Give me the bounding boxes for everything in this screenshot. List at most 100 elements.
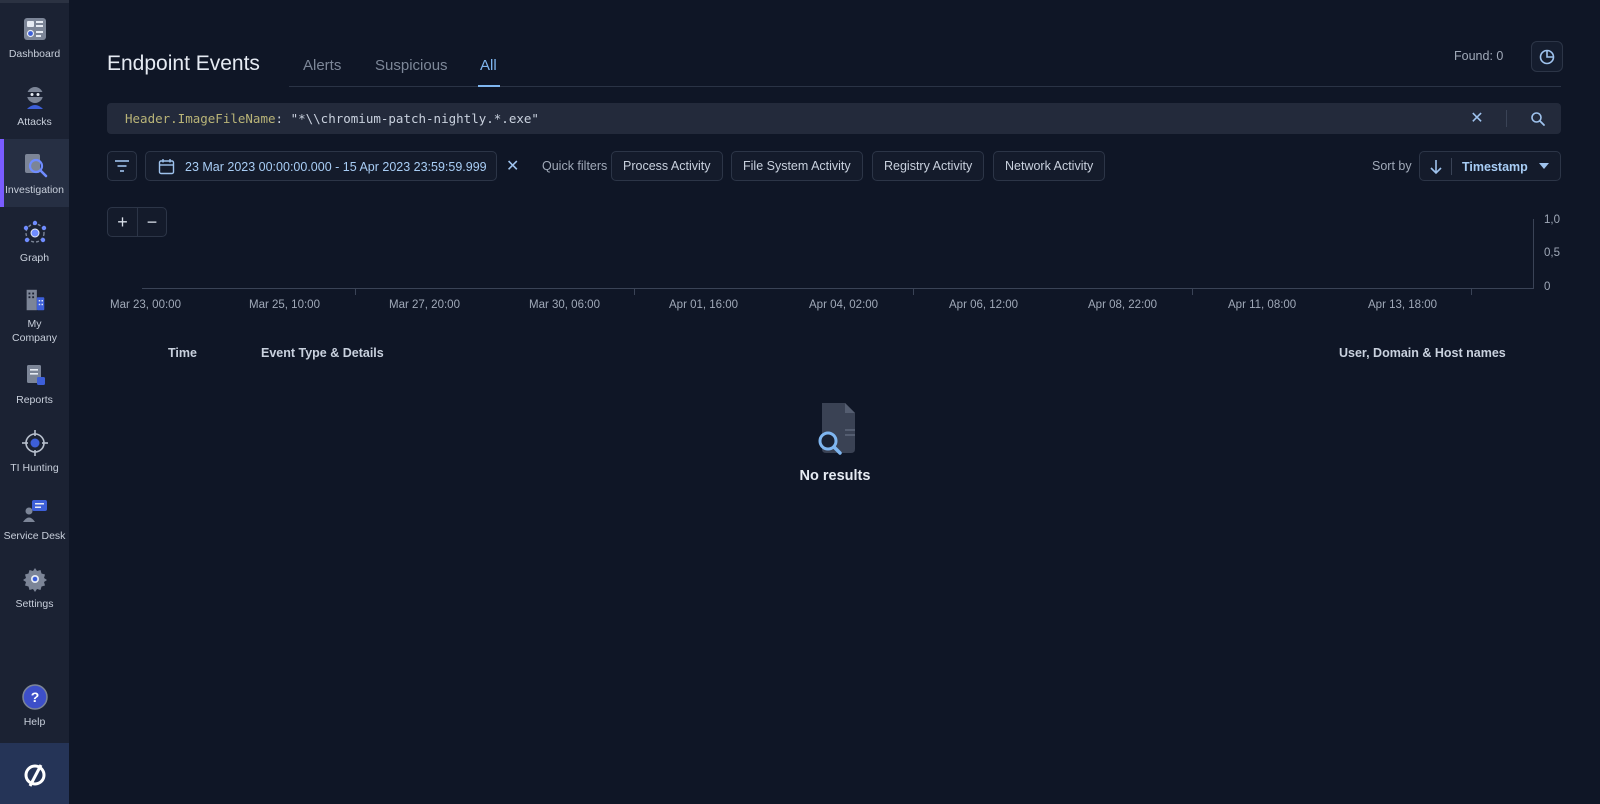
sort-direction-icon[interactable]: [1428, 158, 1444, 176]
x-tick-mark: [1471, 288, 1472, 295]
sidebar-item-label: Graph: [19, 252, 50, 264]
query-field-name: Header.ImageFileName: [125, 111, 276, 126]
sidebar-item-graph[interactable]: Graph: [0, 207, 69, 275]
x-tick-label: Apr 11, 08:00: [1228, 299, 1297, 311]
service-desk-icon: [22, 500, 47, 522]
quick-filter-registry-activity[interactable]: Registry Activity: [872, 151, 985, 181]
search-icon[interactable]: [1530, 111, 1546, 127]
query-divider: [1506, 110, 1507, 127]
sidebar-item-service-desk[interactable]: Service Desk: [0, 485, 69, 553]
filter-icon: [115, 160, 129, 172]
sidebar: Dashboard Attacks Investigation Graph My…: [0, 0, 69, 804]
y-tick-label: 1,0: [1544, 214, 1560, 226]
target-icon: [21, 430, 48, 456]
investigation-icon: [24, 154, 47, 178]
clear-date-button[interactable]: ✕: [506, 156, 519, 176]
sidebar-item-label: Service Desk: [3, 530, 66, 542]
sidebar-item-my-company[interactable]: My Company: [0, 275, 69, 345]
x-tick-mark: [355, 288, 356, 295]
quick-filters-label: Quick filters: [542, 159, 608, 173]
x-tick-label: Mar 23, 00:00: [110, 299, 181, 311]
sort-value: Timestamp: [1462, 160, 1528, 174]
zoom-out-button[interactable]: −: [136, 208, 166, 236]
sort-by-label: Sort by: [1372, 159, 1412, 173]
x-tick-mark: [1192, 288, 1193, 295]
calendar-icon: [158, 159, 175, 175]
x-tick-mark: [634, 288, 635, 295]
caret-down-icon: [1539, 163, 1549, 169]
column-header-event-type[interactable]: Event Type & Details: [261, 346, 384, 360]
sidebar-item-label: Dashboard: [8, 48, 61, 60]
tab-alerts[interactable]: Alerts: [303, 57, 341, 74]
quick-filter-network-activity[interactable]: Network Activity: [993, 151, 1106, 181]
page-title: Endpoint Events: [107, 52, 260, 75]
sidebar-item-label: Attacks: [17, 116, 52, 128]
date-range-picker[interactable]: 23 Mar 2023 00:00:00.000 - 15 Apr 2023 2…: [145, 151, 497, 181]
y-tick-label: 0,5: [1544, 247, 1560, 259]
y-tick-label: 0: [1544, 281, 1551, 293]
empty-state: No results: [770, 401, 900, 484]
x-tick-label: Mar 25, 10:00: [249, 299, 320, 311]
sort-divider: [1451, 158, 1452, 175]
help-icon: ?: [21, 684, 48, 710]
x-tick-label: Apr 06, 12:00: [949, 299, 1019, 311]
no-results-text: No results: [799, 468, 871, 484]
reports-icon: [26, 365, 45, 385]
sidebar-item-label: Help: [23, 716, 46, 728]
gear-icon: [22, 568, 47, 592]
column-header-time[interactable]: Time: [168, 346, 197, 360]
query-value: "*\\chromium-patch-nightly.*.exe": [283, 111, 539, 126]
no-results-icon: [818, 403, 855, 455]
x-tick-label: Apr 04, 02:00: [809, 299, 879, 311]
sidebar-item-label: Investigation: [5, 184, 64, 196]
sidebar-item-settings[interactable]: Settings: [0, 553, 69, 621]
column-header-user-domain-host[interactable]: User, Domain & Host names: [1339, 346, 1506, 360]
dashboard-icon: [23, 18, 46, 40]
svg-text:?: ?: [30, 689, 39, 705]
close-icon: ✕: [506, 158, 520, 175]
zoom-in-button[interactable]: +: [108, 208, 137, 236]
brand-logo-icon: [24, 764, 45, 787]
sidebar-item-label: TI Hunting: [10, 462, 59, 474]
plus-icon: +: [117, 211, 128, 232]
sidebar-item-dashboard[interactable]: Dashboard: [0, 3, 69, 71]
tab-all[interactable]: All: [480, 57, 497, 74]
sidebar-item-attacks[interactable]: Attacks: [0, 71, 69, 139]
brand-logo[interactable]: [0, 743, 69, 804]
sidebar-item-reports[interactable]: Reports: [0, 349, 69, 417]
attacks-icon: [26, 87, 43, 109]
x-tick-label: Mar 27, 20:00: [389, 299, 460, 311]
minus-icon: −: [146, 211, 158, 232]
quick-filter-file-system-activity[interactable]: File System Activity: [731, 151, 863, 181]
sidebar-item-investigation[interactable]: Investigation: [0, 139, 69, 207]
histogram-y-axis: [1533, 219, 1534, 288]
graph-icon: [23, 220, 46, 243]
pie-chart-icon: [1539, 49, 1555, 64]
x-tick-label: Apr 13, 18:00: [1368, 299, 1438, 311]
clear-query-button[interactable]: ✕: [1469, 110, 1485, 127]
sidebar-item-label: Reports: [16, 394, 53, 406]
histogram-x-axis: [142, 288, 1534, 289]
x-tick-label: Apr 01, 16:00: [669, 299, 739, 311]
chart-toggle-button[interactable]: [1531, 41, 1563, 72]
date-range-value: 23 Mar 2023 00:00:00.000 - 15 Apr 2023 2…: [185, 160, 487, 174]
close-icon: ✕: [1470, 110, 1484, 127]
sidebar-item-label: My Company: [12, 318, 57, 344]
tab-suspicious[interactable]: Suspicious: [375, 57, 448, 74]
query-text: Header.ImageFileName: "*\\chromium-patch…: [125, 111, 539, 126]
sidebar-item-label: Settings: [15, 598, 54, 610]
sidebar-item-help[interactable]: ? Help: [0, 671, 69, 739]
found-count: Found: 0: [1454, 49, 1504, 63]
sidebar-item-ti-hunting[interactable]: TI Hunting: [0, 417, 69, 485]
query-colon: :: [275, 111, 284, 126]
sort-select[interactable]: Timestamp: [1419, 151, 1561, 181]
filter-button[interactable]: [107, 151, 137, 181]
active-tab-indicator: [478, 85, 500, 87]
x-tick-label: Mar 30, 06:00: [529, 299, 600, 311]
quick-filter-process-activity[interactable]: Process Activity: [611, 151, 723, 181]
company-icon: [26, 289, 44, 311]
x-tick-label: Apr 08, 22:00: [1088, 299, 1158, 311]
query-input[interactable]: Header.ImageFileName: "*\\chromium-patch…: [107, 103, 1561, 134]
zoom-controls: + −: [107, 207, 167, 237]
x-tick-mark: [913, 288, 914, 295]
